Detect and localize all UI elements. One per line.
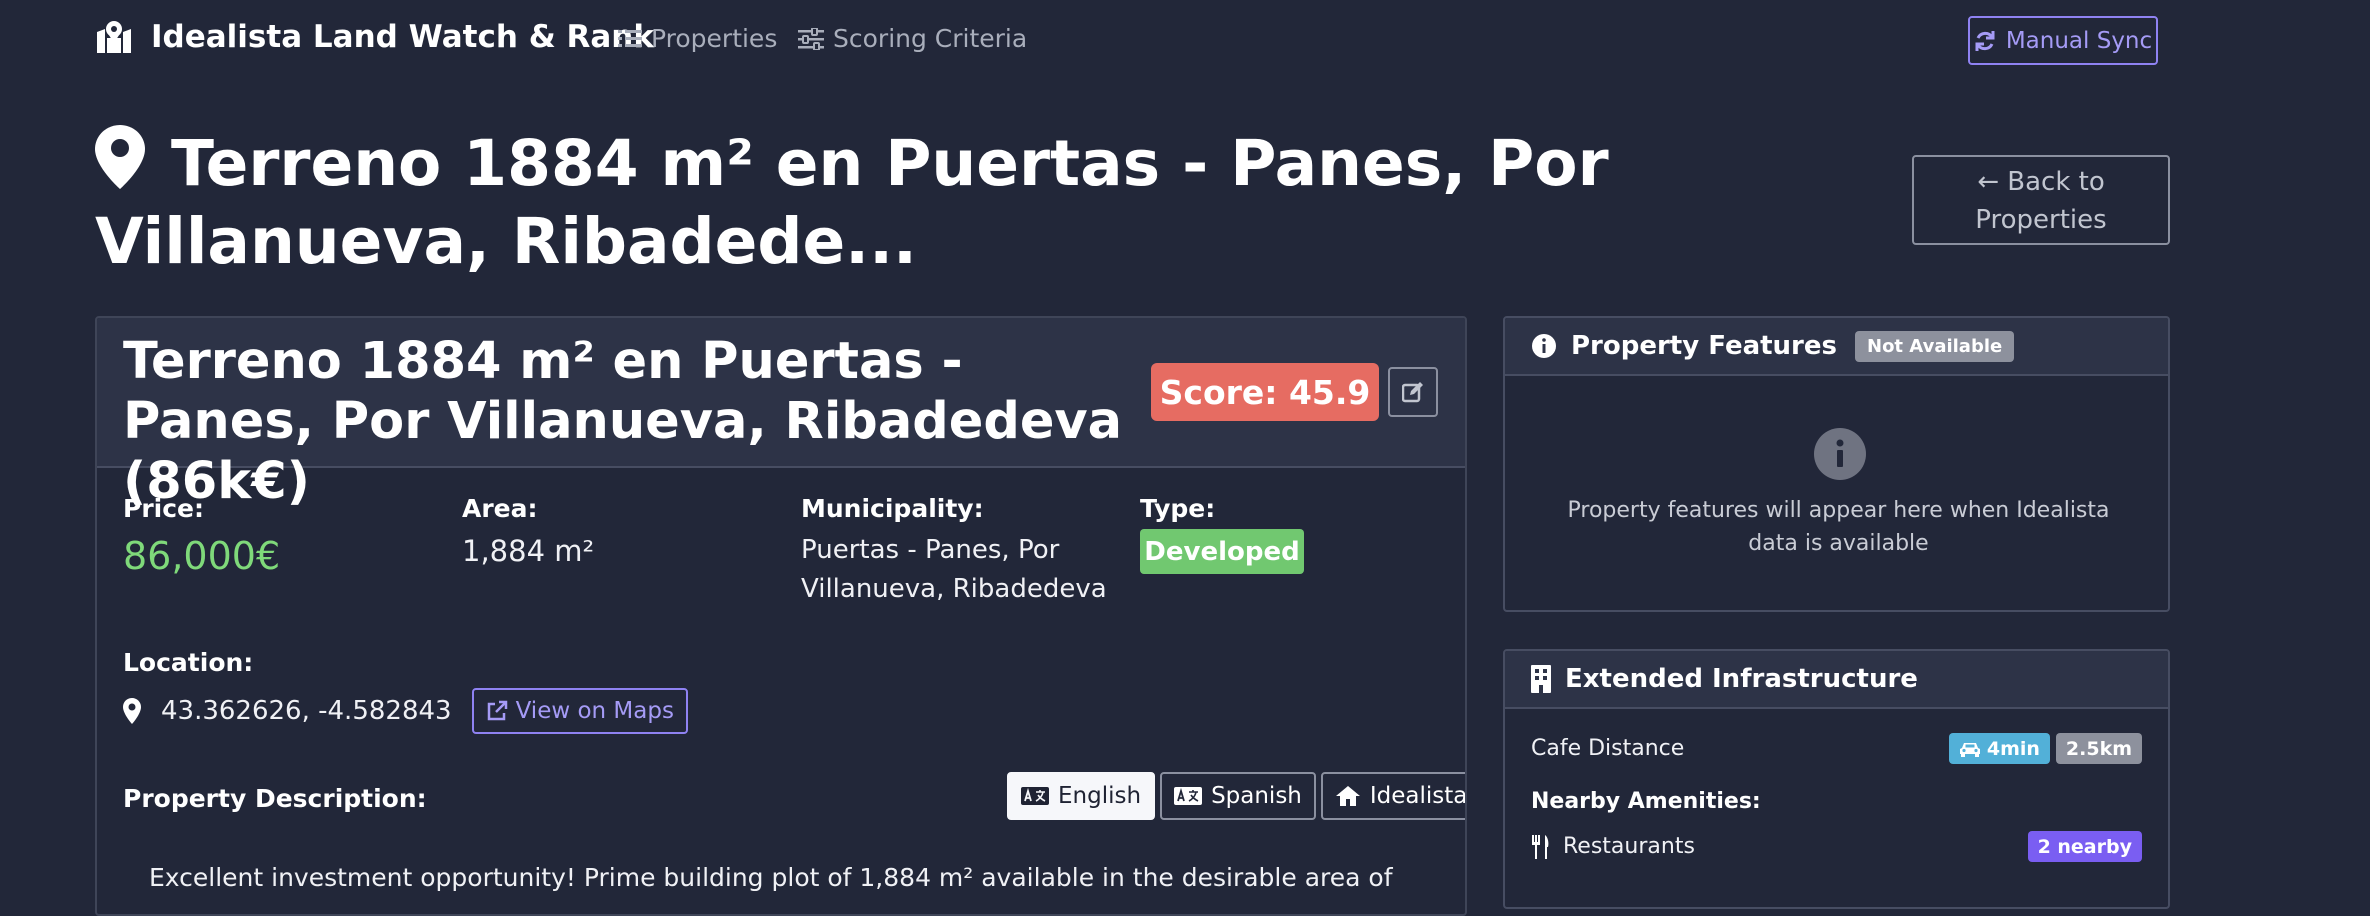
list-icon <box>618 29 642 47</box>
nav-scoring-label: Scoring Criteria <box>833 24 1028 53</box>
idealista-source-button[interactable]: Idealista <box>1320 772 1467 820</box>
external-link-icon <box>487 700 507 721</box>
area-value: 1,884 m² <box>462 534 595 568</box>
utensils-icon <box>1532 834 1549 859</box>
area-label: Area: <box>462 494 538 523</box>
page-title-text: Terreno 1884 m² en Puertas - Panes, Por … <box>95 127 1609 278</box>
edit-button[interactable] <box>1388 367 1438 417</box>
cafe-distance-badge: 2.5km <box>2055 733 2142 764</box>
nav-properties-label: Properties <box>651 24 778 53</box>
property-features-card: Property Features Not Available Property… <box>1503 316 2170 612</box>
type-label: Type: <box>1140 494 1216 523</box>
cafe-distance-row: Cafe Distance 4min 2.5km <box>1531 733 2142 764</box>
edit-icon <box>1402 382 1423 403</box>
restaurants-row: Restaurants 2 nearby <box>1531 831 2142 862</box>
restaurants-label-wrap: Restaurants <box>1531 834 2022 859</box>
property-card: Terreno 1884 m² en Puertas - Panes, Por … <box>95 316 1467 916</box>
type-badge: Developed <box>1140 529 1304 574</box>
language-spanish-button[interactable]: Spanish <box>1160 772 1316 820</box>
nav-scoring-criteria[interactable]: Scoring Criteria <box>798 24 1027 53</box>
building-icon <box>1531 665 1551 693</box>
brand-name: Idealista Land Watch & Rank <box>151 19 654 55</box>
language-icon <box>1174 787 1203 805</box>
back-to-properties-button[interactable]: ← Back to Properties <box>1912 155 2170 245</box>
extended-infrastructure-title: Extended Infrastructure <box>1565 664 1918 694</box>
features-empty-message: Property features will appear here when … <box>1567 498 2110 556</box>
property-features-header: Property Features Not Available <box>1505 318 2168 376</box>
home-icon <box>1335 786 1360 806</box>
view-on-maps-label: View on Maps <box>515 698 674 724</box>
map-pin-icon <box>95 125 145 189</box>
language-spanish-label: Spanish <box>1211 783 1302 809</box>
info-circle-icon <box>1532 334 1556 358</box>
extended-infrastructure-card: Extended Infrastructure Cafe Distance 4m… <box>1503 649 2170 909</box>
nearby-amenities-label: Nearby Amenities: <box>1531 789 1761 814</box>
car-icon <box>1959 742 1980 757</box>
location-label: Location: <box>123 648 254 677</box>
sliders-icon <box>798 27 824 50</box>
extended-infrastructure-header: Extended Infrastructure <box>1505 651 2168 709</box>
view-on-maps-button[interactable]: View on Maps <box>471 688 688 734</box>
language-toggle: English Spanish Idealista <box>1007 772 1467 820</box>
nav-properties[interactable]: Properties <box>618 24 777 53</box>
location-row: 43.362626, -4.582843 View on Maps <box>123 688 688 734</box>
page-title: Terreno 1884 m² en Puertas - Panes, Por … <box>95 125 1855 281</box>
map-marked-icon <box>97 21 131 53</box>
description-label: Property Description: <box>123 784 427 813</box>
language-icon <box>1021 787 1049 805</box>
info-circle-icon <box>1814 428 1866 480</box>
not-available-badge: Not Available <box>1855 330 2015 362</box>
language-english-label: English <box>1058 783 1142 809</box>
municipality-value: Puertas - Panes, Por Villanueva, Ribaded… <box>801 535 1107 604</box>
score-badge: Score: 45.9 <box>1151 363 1379 421</box>
manual-sync-label: Manual Sync <box>2005 27 2153 54</box>
restaurants-nearby-badge: 2 nearby <box>2027 831 2142 862</box>
cafe-drive-time: 4min <box>1986 737 2040 760</box>
property-title: Terreno 1884 m² en Puertas - Panes, Por … <box>123 332 1123 511</box>
municipality-label: Municipality: <box>801 494 984 523</box>
price-value: 86,000€ <box>123 534 281 578</box>
map-pin-icon <box>123 698 141 724</box>
brand[interactable]: Idealista Land Watch & Rank <box>95 19 654 55</box>
language-english-button[interactable]: English <box>1007 772 1156 820</box>
description-text: Excellent investment opportunity! Prime … <box>149 863 1393 892</box>
cafe-drive-time-badge: 4min <box>1948 733 2050 764</box>
price-label: Price: <box>123 494 204 523</box>
coordinates: 43.362626, -4.582843 <box>161 696 452 726</box>
manual-sync-button[interactable]: Manual Sync <box>1968 16 2158 65</box>
restaurants-label: Restaurants <box>1563 834 1695 859</box>
sync-icon <box>1975 30 1995 51</box>
cafe-distance-label: Cafe Distance <box>1531 736 1685 761</box>
navbar: Idealista Land Watch & Rank Properties S… <box>0 0 2370 80</box>
property-features-title: Property Features <box>1571 331 1837 361</box>
idealista-source-label: Idealista <box>1369 783 1467 809</box>
property-card-header: Terreno 1884 m² en Puertas - Panes, Por … <box>97 318 1465 511</box>
